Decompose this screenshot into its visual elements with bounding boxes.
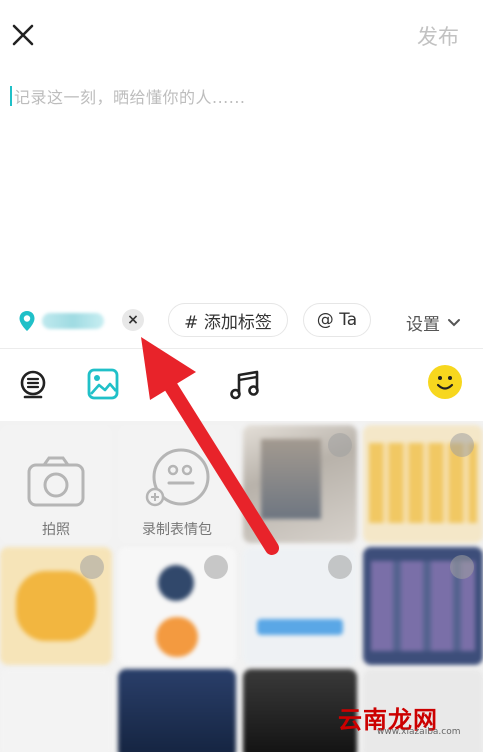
camera-tile[interactable]: 拍照 [0,425,112,543]
photo-thumbnail[interactable] [0,669,112,752]
add-tag-button[interactable]: # 添加标签 [168,303,288,337]
top-bar: 发布 [0,0,483,70]
close-icon[interactable] [10,22,36,48]
publish-button[interactable]: 发布 [417,21,459,51]
record-sticker-label: 录制表情包 [142,522,212,538]
remove-location-button[interactable]: × [122,309,144,331]
photo-thumbnail[interactable] [118,669,236,752]
select-circle[interactable] [450,555,474,579]
watermark-url: www.xiazaiba.com [377,727,461,737]
record-sticker-tile[interactable]: 录制表情包 [118,425,236,543]
camera-label: 拍照 [42,522,70,538]
sticker-face-icon [145,448,210,507]
select-circle[interactable] [328,555,352,579]
chevron-down-icon [448,318,460,326]
smiley-icon[interactable] [428,365,462,399]
text-cursor [10,86,12,106]
smiley-face-icon [436,376,454,390]
location-chip[interactable] [18,310,104,332]
voice-icon[interactable] [16,367,50,401]
location-name-blurred [42,313,104,329]
image-icon[interactable] [86,367,120,401]
select-circle[interactable] [80,555,104,579]
select-circle[interactable] [450,433,474,457]
post-placeholder: 记录这一刻，晒给懂你的人...... [14,88,246,107]
settings-button[interactable]: 设置 [406,310,462,335]
location-pin-icon [19,311,35,331]
select-circle[interactable] [328,433,352,457]
select-circle[interactable] [204,555,228,579]
mention-button[interactable]: @ Ta [303,303,371,337]
camera-icon [27,456,85,507]
music-note-icon[interactable] [228,367,262,401]
settings-label: 设置 [406,315,440,335]
